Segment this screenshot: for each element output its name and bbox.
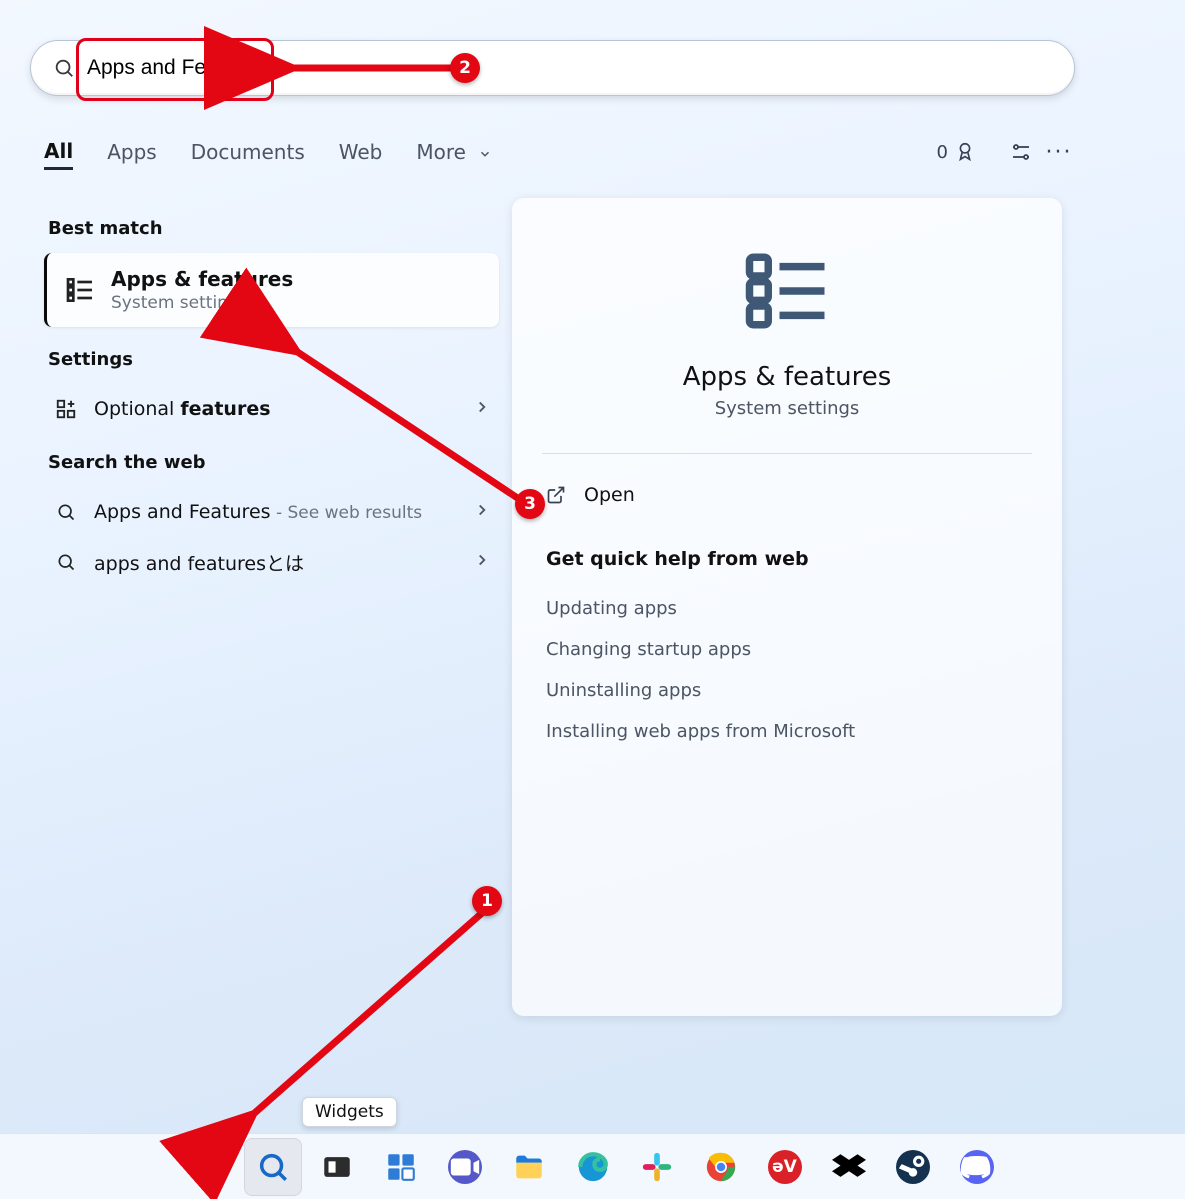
web-result-2-text: apps and featuresとは — [94, 549, 473, 576]
dropbox-icon — [832, 1150, 866, 1184]
widgets-tooltip: Widgets — [302, 1097, 397, 1127]
web-result-1-suffix: - See web results — [271, 503, 423, 523]
preview-pane: Apps & features System settings Open Get… — [512, 198, 1062, 1016]
tab-all[interactable]: All — [44, 135, 73, 170]
web-result-1[interactable]: Apps and Features - See web results — [44, 487, 499, 537]
tab-documents[interactable]: Documents — [191, 136, 305, 168]
taskbar-app-dropbox[interactable] — [820, 1138, 878, 1196]
start-button[interactable] — [180, 1138, 238, 1196]
best-match-subtitle: System settings — [111, 293, 293, 313]
options-icon[interactable] — [1006, 137, 1036, 167]
taskbar-app-discord[interactable] — [948, 1138, 1006, 1196]
video-chat-icon — [448, 1150, 482, 1184]
chevron-right-icon — [473, 398, 491, 421]
search-input[interactable] — [75, 56, 1052, 80]
tab-web[interactable]: Web — [339, 136, 383, 168]
more-horizontal-icon: ··· — [1046, 140, 1073, 165]
search-icon — [52, 552, 80, 572]
chrome-icon — [704, 1150, 738, 1184]
result-optional-features[interactable]: Optional features — [44, 384, 499, 434]
search-icon — [52, 502, 80, 522]
widgets-icon — [384, 1150, 418, 1184]
chevron-right-icon — [473, 551, 491, 574]
steam-icon — [896, 1150, 930, 1184]
expressvpn-icon: ǝV — [768, 1150, 802, 1184]
annotation-badge-1: 1 — [472, 886, 502, 916]
taskbar-app-steam[interactable] — [884, 1138, 942, 1196]
taskbar-app-expressvpn[interactable]: ǝV — [756, 1138, 814, 1196]
overflow-menu[interactable]: ··· — [1044, 137, 1074, 167]
taskbar-app-explorer[interactable] — [500, 1138, 558, 1196]
open-label: Open — [584, 484, 635, 506]
tab-more-label: More — [416, 140, 466, 164]
help-link-updating[interactable]: Updating apps — [542, 588, 1032, 629]
taskbar-app-chat[interactable] — [436, 1138, 494, 1196]
web-result-2[interactable]: apps and featuresとは — [44, 537, 499, 587]
help-heading: Get quick help from web — [546, 548, 1032, 570]
taskbar-app-slack[interactable] — [628, 1138, 686, 1196]
search-icon — [53, 57, 75, 79]
task-view-button[interactable] — [308, 1138, 366, 1196]
medal-icon — [954, 141, 976, 163]
apps-plus-icon — [52, 398, 80, 420]
chevron-down-icon — [478, 147, 492, 161]
task-view-icon — [320, 1150, 354, 1184]
windows-logo-icon — [192, 1150, 226, 1184]
taskbar-app-chrome[interactable] — [692, 1138, 750, 1196]
tab-apps[interactable]: Apps — [107, 136, 157, 168]
result-label-bold: features — [180, 398, 270, 420]
help-link-install-web[interactable]: Installing web apps from Microsoft — [542, 711, 1032, 752]
search-button[interactable] — [244, 1138, 302, 1196]
result-label-pre: Optional — [94, 398, 180, 420]
help-link-uninstall[interactable]: Uninstalling apps — [542, 670, 1032, 711]
heading-best-match: Best match — [48, 218, 499, 239]
taskbar: ǝV — [0, 1133, 1185, 1199]
heading-search-web: Search the web — [48, 452, 499, 473]
divider — [542, 453, 1032, 454]
list-icon — [63, 273, 97, 307]
rewards-indicator[interactable]: 0 — [937, 141, 976, 163]
search-icon — [256, 1150, 290, 1184]
preview-subtitle: System settings — [542, 398, 1032, 419]
open-external-icon — [546, 485, 566, 505]
heading-settings: Settings — [48, 349, 499, 370]
taskbar-app-edge[interactable] — [564, 1138, 622, 1196]
best-match-title: Apps & features — [111, 267, 293, 291]
slack-icon — [640, 1150, 674, 1184]
chevron-right-icon — [473, 501, 491, 524]
file-explorer-icon — [512, 1150, 546, 1184]
sliders-icon — [1009, 140, 1033, 164]
discord-icon — [960, 1150, 994, 1184]
results-left-column: Best match Apps & features System settin… — [44, 210, 499, 587]
widgets-button[interactable] — [372, 1138, 430, 1196]
best-match-result[interactable]: Apps & features System settings — [44, 253, 499, 327]
filter-tabs: All Apps Documents Web More 0 ··· — [44, 128, 1074, 176]
open-action[interactable]: Open — [542, 478, 1032, 512]
help-link-startup[interactable]: Changing startup apps — [542, 629, 1032, 670]
search-bar[interactable] — [30, 40, 1075, 96]
rewards-count: 0 — [937, 142, 948, 163]
preview-title: Apps & features — [542, 362, 1032, 392]
tab-more[interactable]: More — [416, 136, 492, 168]
edge-icon — [576, 1150, 610, 1184]
apps-features-icon — [742, 246, 832, 336]
web-result-1-text: Apps and Features — [94, 501, 271, 523]
